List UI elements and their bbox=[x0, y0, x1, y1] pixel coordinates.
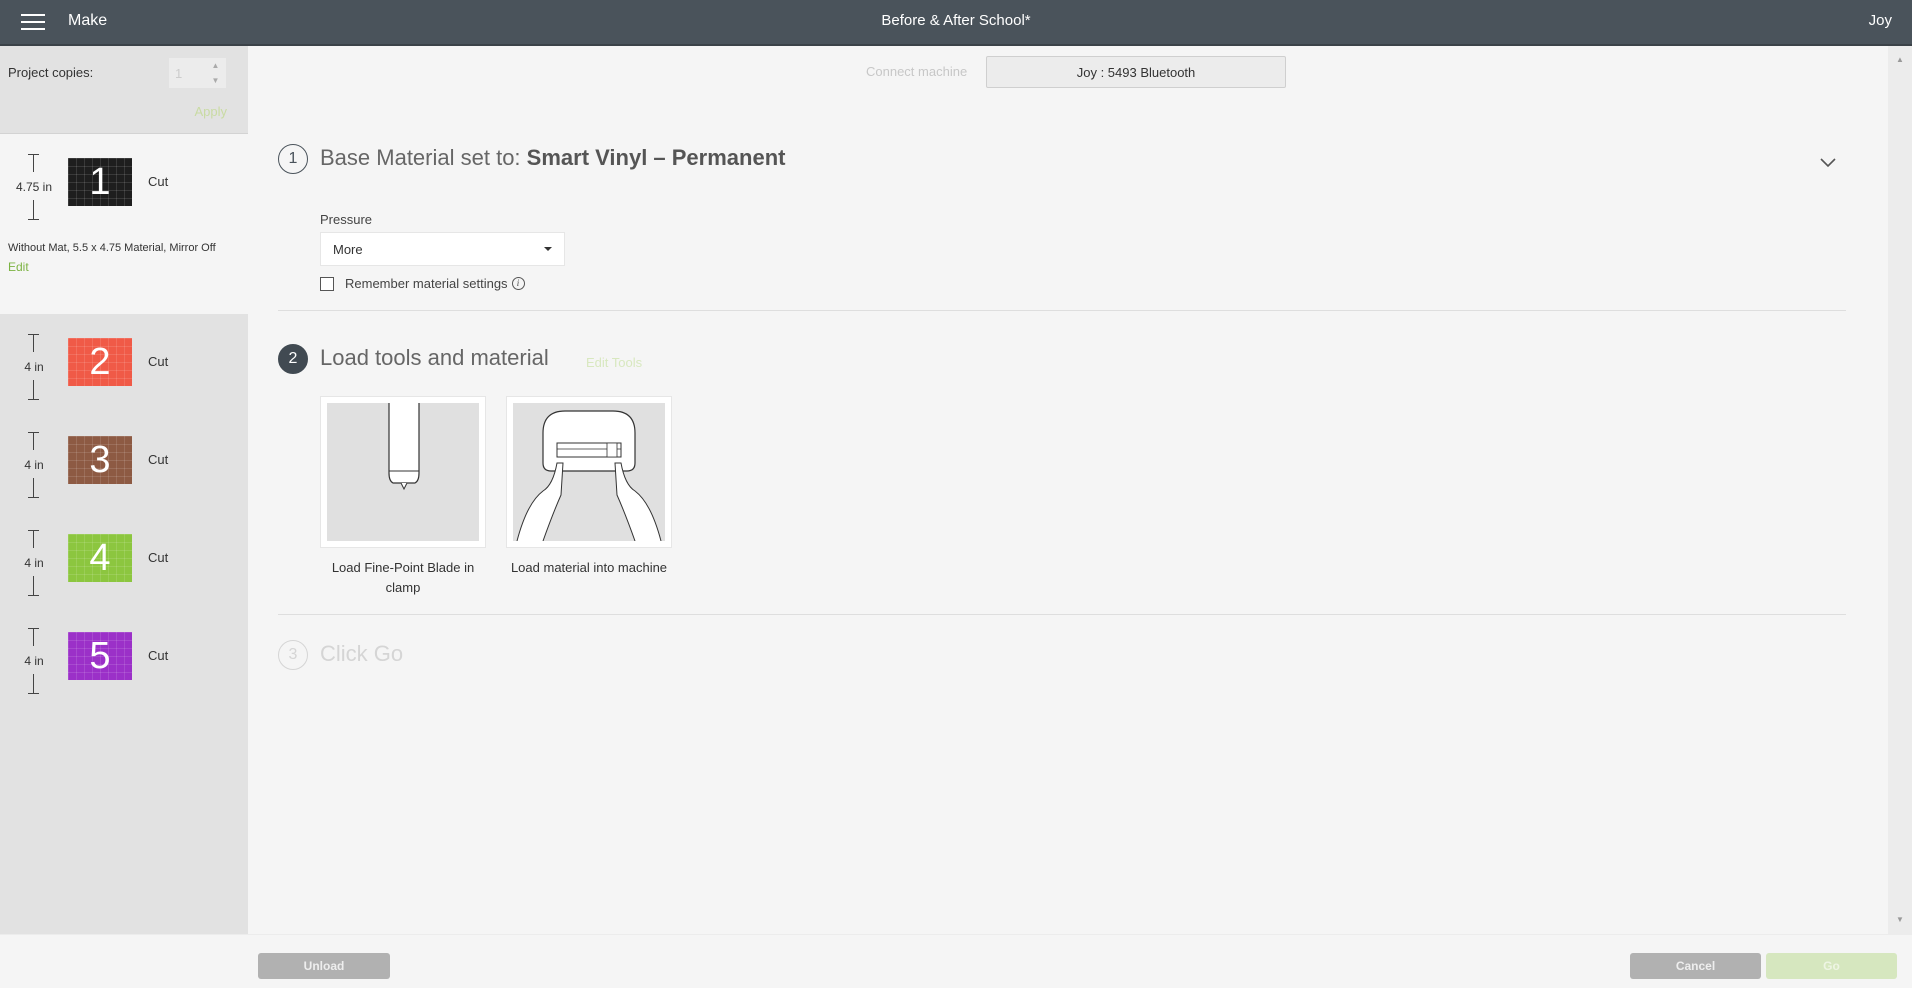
mat-height-label: 4 in bbox=[24, 360, 44, 374]
project-copies-stepper[interactable]: ▲ ▼ bbox=[205, 58, 226, 88]
mat-thumbnail[interactable]: 1 bbox=[68, 158, 132, 206]
mat-item[interactable]: 4 in 4 Cut bbox=[0, 510, 248, 608]
project-title: Before & After School* bbox=[881, 12, 1031, 29]
vertical-scrollbar[interactable]: ▲ ▼ bbox=[1888, 46, 1912, 934]
mat-item[interactable]: 4 in 2 Cut bbox=[0, 314, 248, 412]
top-bar: Make Before & After School* Joy bbox=[0, 0, 1912, 46]
mat-thumbnail[interactable]: 5 bbox=[68, 632, 132, 680]
mat-settings-info: Without Mat, 5.5 x 4.75 Material, Mirror… bbox=[8, 242, 216, 254]
go-button[interactable]: Go bbox=[1766, 953, 1897, 979]
tool-card-material bbox=[506, 396, 672, 548]
pressure-dropdown[interactable]: More bbox=[320, 232, 565, 266]
mat-height-label: 4 in bbox=[24, 556, 44, 570]
scroll-down-arrow-icon[interactable]: ▼ bbox=[1888, 912, 1912, 928]
step-number-badge: 2 bbox=[278, 344, 308, 374]
scroll-up-arrow-icon[interactable]: ▲ bbox=[1888, 52, 1912, 68]
apply-button[interactable]: Apply bbox=[194, 104, 227, 119]
mat-number: 4 bbox=[89, 536, 111, 579]
mat-height-indicator: 4.75 in bbox=[10, 154, 58, 220]
mat-height-indicator: 4 in bbox=[10, 628, 58, 694]
project-copies-section: Project copies: ▲ ▼ Apply bbox=[0, 46, 248, 134]
chevron-down-icon[interactable] bbox=[1818, 154, 1838, 170]
footer-bar: Unload Cancel Go bbox=[0, 934, 1912, 988]
base-material-prefix: Base Material set to: bbox=[320, 145, 527, 170]
mat-number: 5 bbox=[89, 634, 111, 677]
section-divider bbox=[278, 310, 1846, 311]
tool-card-caption: Load Fine-Point Blade in clamp bbox=[331, 560, 475, 595]
connect-machine-button[interactable]: Joy : 5493 Bluetooth bbox=[986, 56, 1286, 88]
load-material-icon bbox=[513, 403, 665, 541]
remember-settings-checkbox[interactable] bbox=[320, 276, 334, 291]
step-2-header: 2 Load tools and material bbox=[278, 344, 1846, 384]
mat-height-indicator: 4 in bbox=[10, 432, 58, 498]
mat-action-label: Cut bbox=[148, 174, 169, 189]
step-1-title: Base Material set to: Smart Vinyl – Perm… bbox=[320, 145, 785, 171]
cancel-button[interactable]: Cancel bbox=[1630, 953, 1761, 979]
mat-number: 3 bbox=[89, 438, 111, 481]
fine-point-blade-icon bbox=[327, 403, 479, 541]
base-material-name: Smart Vinyl – Permanent bbox=[526, 145, 786, 170]
step-2-title: Load tools and material bbox=[320, 345, 549, 370]
footer-sidebar-spacer bbox=[0, 935, 248, 988]
pressure-value: More bbox=[333, 241, 363, 257]
step-1-header: 1 Base Material set to: Smart Vinyl – Pe… bbox=[278, 144, 1846, 184]
mat-height-label: 4 in bbox=[24, 458, 44, 472]
mat-item[interactable]: 4 in 3 Cut bbox=[0, 412, 248, 510]
main-panel: Connect machine Joy : 5493 Bluetooth 1 B… bbox=[248, 46, 1888, 934]
mat-item[interactable]: 4 in 5 Cut bbox=[0, 608, 248, 706]
edit-tools-link[interactable]: Edit Tools bbox=[586, 355, 642, 370]
mat-height-indicator: 4 in bbox=[10, 530, 58, 596]
section-divider bbox=[278, 614, 1846, 615]
increment-arrow-icon[interactable]: ▲ bbox=[205, 58, 226, 73]
pressure-label: Pressure bbox=[320, 212, 373, 227]
tool-card-blade bbox=[320, 396, 486, 548]
mat-thumbnail[interactable]: 3 bbox=[68, 436, 132, 484]
decrement-arrow-icon[interactable]: ▼ bbox=[205, 73, 226, 88]
remember-material-settings[interactable]: Remember material settings i bbox=[320, 276, 525, 291]
mat-height-label: 4 in bbox=[24, 654, 44, 668]
mat-action-label: Cut bbox=[148, 354, 169, 369]
mat-thumbnail[interactable]: 4 bbox=[68, 534, 132, 582]
step-number-badge: 1 bbox=[278, 144, 308, 174]
mat-action-label: Cut bbox=[148, 550, 169, 565]
mat-number: 1 bbox=[89, 160, 111, 203]
step-3-header: 3 Click Go bbox=[278, 640, 1846, 680]
mat-height-indicator: 4 in bbox=[10, 334, 58, 400]
mat-number: 2 bbox=[89, 340, 111, 383]
dropdown-caret-icon bbox=[544, 247, 552, 251]
connect-machine-label: Connect machine bbox=[866, 64, 968, 79]
project-copies-label: Project copies: bbox=[8, 65, 94, 80]
mat-edit-link[interactable]: Edit bbox=[8, 260, 29, 274]
step-number-badge: 3 bbox=[278, 640, 308, 670]
tool-card-caption: Load material into machine bbox=[510, 560, 668, 575]
unload-button[interactable]: Unload bbox=[258, 953, 390, 979]
mat-height-label: 4.75 in bbox=[10, 180, 58, 194]
user-name[interactable]: Joy bbox=[1869, 12, 1892, 29]
step-3-title: Click Go bbox=[320, 641, 404, 666]
mat-sidebar: Project copies: ▲ ▼ Apply 4.75 in 1 Cut … bbox=[0, 46, 248, 934]
mat-item[interactable]: 4.75 in 1 Cut Without Mat, 5.5 x 4.75 Ma… bbox=[0, 134, 248, 314]
info-icon[interactable]: i bbox=[511, 277, 525, 290]
remember-settings-label: Remember material settings bbox=[345, 276, 508, 291]
mat-action-label: Cut bbox=[148, 452, 169, 467]
mat-thumbnail[interactable]: 2 bbox=[68, 338, 132, 386]
mat-action-label: Cut bbox=[148, 648, 169, 663]
